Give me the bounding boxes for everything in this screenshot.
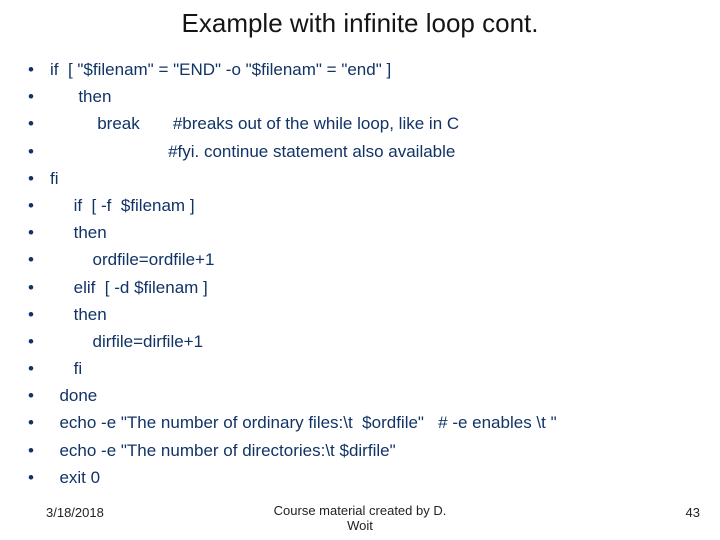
bullet-icon: • bbox=[28, 56, 50, 83]
bullet-icon: • bbox=[28, 409, 50, 436]
bullet-icon: • bbox=[28, 192, 50, 219]
code-line: • fi bbox=[28, 355, 698, 382]
code-line: • #fyi. continue statement also availabl… bbox=[28, 138, 698, 165]
code-line: • break #breaks out of the while loop, l… bbox=[28, 110, 698, 137]
code-line: • if [ -f $filenam ] bbox=[28, 192, 698, 219]
code-text: echo -e "The number of directories:\t $d… bbox=[50, 437, 396, 464]
code-text: dirfile=dirfile+1 bbox=[50, 328, 203, 355]
slide: Example with infinite loop cont. •if [ "… bbox=[0, 0, 720, 540]
code-line: • ordfile=ordfile+1 bbox=[28, 246, 698, 273]
bullet-icon: • bbox=[28, 83, 50, 110]
code-line: • elif [ -d $filenam ] bbox=[28, 274, 698, 301]
code-text: fi bbox=[50, 355, 82, 382]
code-line: • echo -e "The number of ordinary files:… bbox=[28, 409, 698, 436]
slide-body: •if [ "$filenam" = "END" -o "$filenam" =… bbox=[28, 56, 698, 491]
code-text: if [ "$filenam" = "END" -o "$filenam" = … bbox=[50, 56, 391, 83]
footer-center: Course material created by D.Woit bbox=[0, 503, 720, 534]
bullet-icon: • bbox=[28, 355, 50, 382]
bullet-icon: • bbox=[28, 274, 50, 301]
code-text: done bbox=[50, 382, 97, 409]
code-text: then bbox=[50, 219, 107, 246]
code-text: elif [ -d $filenam ] bbox=[50, 274, 208, 301]
bullet-icon: • bbox=[28, 464, 50, 491]
bullet-icon: • bbox=[28, 165, 50, 192]
code-text: then bbox=[50, 83, 111, 110]
code-line: • echo -e "The number of directories:\t … bbox=[28, 437, 698, 464]
code-text: fi bbox=[50, 165, 59, 192]
code-text: ordfile=ordfile+1 bbox=[50, 246, 214, 273]
slide-title: Example with infinite loop cont. bbox=[0, 8, 720, 39]
code-line: • done bbox=[28, 382, 698, 409]
code-text: then bbox=[50, 301, 107, 328]
bullet-icon: • bbox=[28, 246, 50, 273]
bullet-icon: • bbox=[28, 328, 50, 355]
code-line: •fi bbox=[28, 165, 698, 192]
code-line: • then bbox=[28, 83, 698, 110]
code-line: • then bbox=[28, 301, 698, 328]
bullet-icon: • bbox=[28, 437, 50, 464]
code-text: exit 0 bbox=[50, 464, 100, 491]
code-line: • then bbox=[28, 219, 698, 246]
code-text: #fyi. continue statement also available bbox=[50, 138, 455, 165]
code-text: if [ -f $filenam ] bbox=[50, 192, 195, 219]
bullet-icon: • bbox=[28, 301, 50, 328]
bullet-icon: • bbox=[28, 110, 50, 137]
code-line: • dirfile=dirfile+1 bbox=[28, 328, 698, 355]
code-text: break #breaks out of the while loop, lik… bbox=[50, 110, 459, 137]
code-text: echo -e "The number of ordinary files:\t… bbox=[50, 409, 557, 436]
code-line: • exit 0 bbox=[28, 464, 698, 491]
bullet-icon: • bbox=[28, 219, 50, 246]
code-line: •if [ "$filenam" = "END" -o "$filenam" =… bbox=[28, 56, 698, 83]
bullet-icon: • bbox=[28, 138, 50, 165]
footer-page-number: 43 bbox=[686, 505, 700, 520]
bullet-icon: • bbox=[28, 382, 50, 409]
